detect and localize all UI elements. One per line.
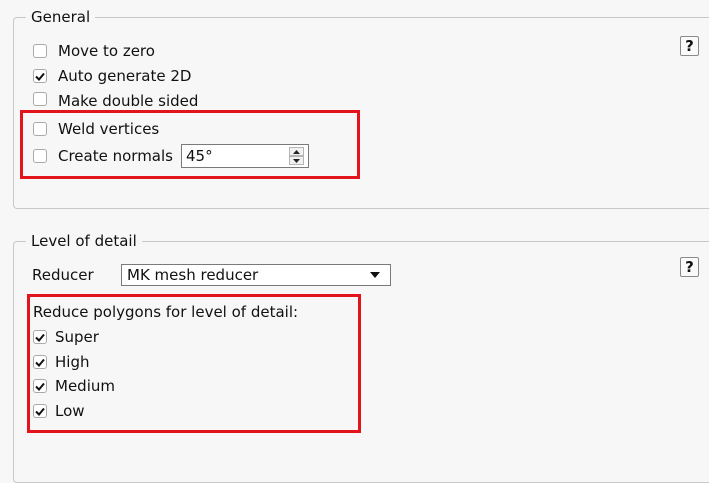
lod-super-option[interactable]: Super xyxy=(33,326,99,348)
normals-angle-spinner[interactable]: 45° xyxy=(180,144,309,168)
checkmark-icon xyxy=(35,382,45,391)
lod-high-label: High xyxy=(55,353,90,371)
dropdown-arrow-icon xyxy=(370,272,380,278)
normals-angle-value: 45° xyxy=(185,147,213,165)
lod-super-label: Super xyxy=(55,328,99,346)
lod-low-label: Low xyxy=(55,402,85,420)
weld-vertices-label: Weld vertices xyxy=(58,120,160,138)
checkmark-icon xyxy=(35,72,45,81)
lod-medium-checkbox[interactable] xyxy=(33,379,47,393)
spin-down-button[interactable] xyxy=(288,156,304,165)
triangle-up-icon xyxy=(292,149,300,154)
weld-vertices-checkbox[interactable] xyxy=(33,122,47,136)
lod-high-checkbox[interactable] xyxy=(33,355,47,369)
lod-help-button[interactable]: ? xyxy=(680,257,699,277)
create-normals-label: Create normals xyxy=(58,147,173,165)
reducer-select[interactable]: MK mesh reducer xyxy=(121,264,391,286)
reducer-label: Reducer xyxy=(32,266,94,284)
level-of-detail-group: Level of detail Reducer MK mesh reducer xyxy=(13,232,709,483)
checkmark-icon xyxy=(35,333,45,342)
auto-generate-2d-label: Auto generate 2D xyxy=(58,67,192,85)
checkmark-icon xyxy=(35,358,45,367)
reduce-caption-row: Reduce polygons for level of detail: xyxy=(33,301,298,323)
move-to-zero-option[interactable]: Move to zero xyxy=(33,40,155,62)
level-of-detail-legend: Level of detail xyxy=(26,232,142,250)
auto-generate-2d-checkbox[interactable] xyxy=(33,69,47,83)
lod-medium-label: Medium xyxy=(55,377,115,395)
weld-vertices-option[interactable]: Weld vertices xyxy=(33,118,159,140)
lod-low-checkbox[interactable] xyxy=(33,404,47,418)
auto-generate-2d-option[interactable]: Auto generate 2D xyxy=(33,65,191,87)
spin-up-button[interactable] xyxy=(288,147,304,156)
reduce-polygons-caption: Reduce polygons for level of detail: xyxy=(33,303,299,321)
reducer-select-value: MK mesh reducer xyxy=(127,266,259,284)
general-legend: General xyxy=(26,8,96,26)
make-double-sided-option[interactable]: Make double sided xyxy=(33,90,198,108)
general-help-button[interactable]: ? xyxy=(680,36,699,56)
lod-high-option[interactable]: High xyxy=(33,351,89,373)
lod-super-checkbox[interactable] xyxy=(33,330,47,344)
move-to-zero-checkbox[interactable] xyxy=(33,44,47,58)
make-double-sided-label: Make double sided xyxy=(58,92,199,108)
lod-medium-option[interactable]: Medium xyxy=(33,375,115,397)
create-normals-checkbox[interactable] xyxy=(33,149,47,163)
checkmark-icon xyxy=(35,407,45,416)
create-normals-option[interactable]: Create normals 45° xyxy=(33,144,309,168)
lod-low-option[interactable]: Low xyxy=(33,400,85,422)
triangle-down-icon xyxy=(292,158,300,163)
make-double-sided-checkbox[interactable] xyxy=(33,92,47,106)
move-to-zero-label: Move to zero xyxy=(58,42,155,60)
